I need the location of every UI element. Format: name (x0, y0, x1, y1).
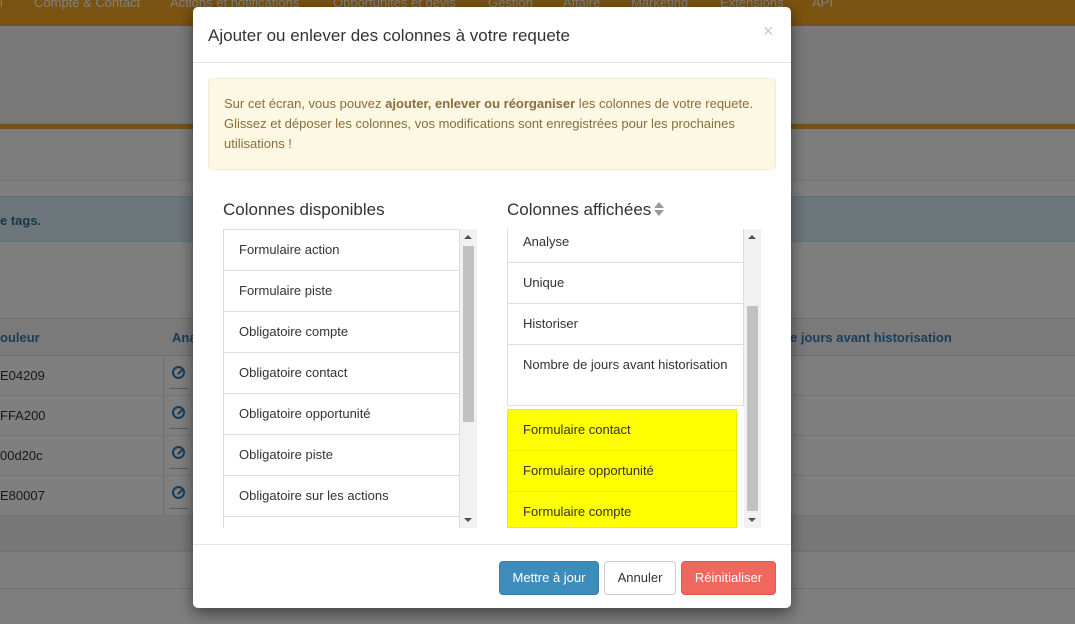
list-item-available[interactable]: Obligatoire compte (223, 311, 460, 353)
close-icon[interactable]: × (763, 21, 774, 41)
scrollbar-thumb[interactable] (747, 306, 758, 511)
list-item-displayed[interactable]: Analyse (507, 229, 744, 263)
reset-button[interactable]: Réinitialiser (681, 561, 776, 595)
modal-footer: Mettre à jour Annuler Réinitialiser (193, 544, 791, 608)
info-alert: Sur cet écran, vous pouvez ajouter, enle… (208, 78, 776, 170)
alert-text: Sur cet écran, vous pouvez (224, 96, 386, 111)
list-item-available[interactable]: Formulaire piste (223, 270, 460, 312)
displayed-scrollbar[interactable] (744, 229, 761, 528)
columns-modal: Ajouter ou enlever des colonnes à votre … (193, 7, 791, 608)
list-item-available[interactable]: Obligatoire opportunité (223, 393, 460, 435)
displayed-columns-title: Colonnes affichées (507, 200, 665, 220)
alert-text-bold: ajouter, enlever ou réorganiser (385, 96, 576, 111)
list-item-displayed-highlighted[interactable]: Formulaire compte (507, 491, 737, 528)
scroll-up-icon[interactable] (744, 229, 761, 246)
scroll-down-icon[interactable] (744, 511, 761, 528)
scrollbar-thumb[interactable] (463, 246, 474, 422)
list-item-displayed[interactable]: Unique (507, 262, 744, 304)
list-item-available[interactable]: Formulaire action (223, 229, 460, 271)
scroll-down-icon[interactable] (460, 511, 477, 528)
available-columns-list[interactable]: Formulaire action Formulaire piste Oblig… (223, 229, 477, 528)
available-columns-title: Colonnes disponibles (223, 200, 385, 219)
update-button[interactable]: Mettre à jour (499, 561, 599, 595)
list-item-available[interactable] (223, 516, 460, 528)
displayed-columns-list[interactable]: Analyse Unique Historiser Nombre de jour… (507, 229, 761, 528)
list-item-displayed-highlighted[interactable]: Formulaire opportunité (507, 450, 737, 492)
cancel-button[interactable]: Annuler (604, 561, 676, 595)
scroll-up-icon[interactable] (460, 229, 477, 246)
list-item-displayed-highlighted[interactable]: Formulaire contact (507, 409, 737, 451)
displayed-columns-title-text: Colonnes affichées (507, 200, 652, 219)
sort-icon[interactable] (654, 202, 665, 216)
list-item-available[interactable]: Obligatoire contact (223, 352, 460, 394)
available-scrollbar[interactable] (460, 229, 477, 528)
list-item-displayed[interactable]: Historiser (507, 303, 744, 345)
modal-header: Ajouter ou enlever des colonnes à votre … (193, 7, 791, 63)
list-item-available[interactable]: Obligatoire piste (223, 434, 460, 476)
list-item-available[interactable]: Obligatoire sur les actions (223, 475, 460, 517)
list-item-displayed[interactable]: Nombre de jours avant historisation (507, 344, 744, 406)
modal-title: Ajouter ou enlever des colonnes à votre … (208, 26, 570, 45)
